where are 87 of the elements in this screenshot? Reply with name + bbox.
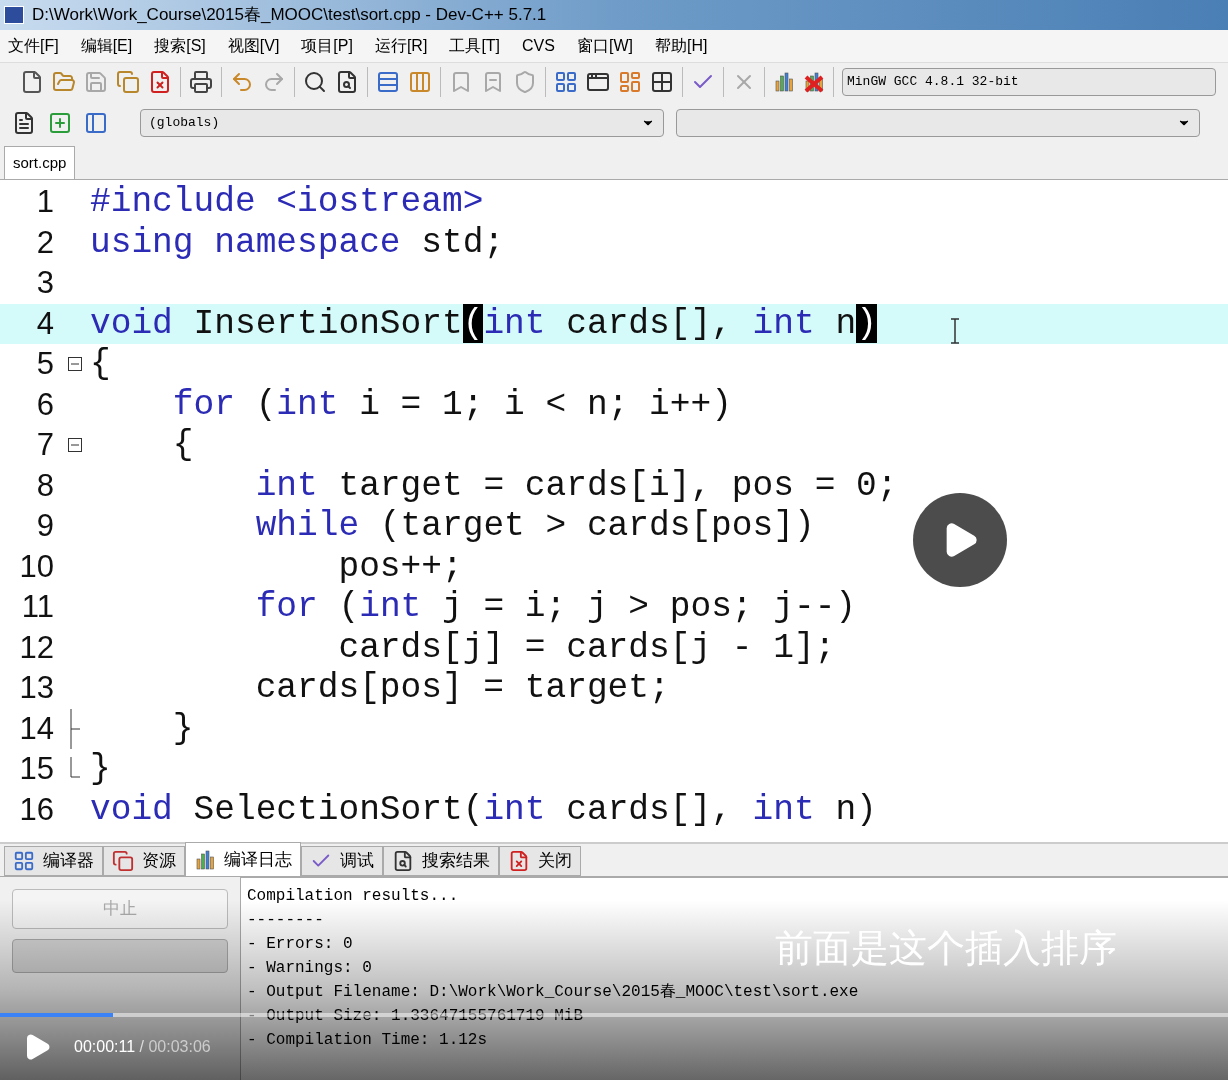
text-cursor-icon xyxy=(950,318,960,344)
grid-icon[interactable] xyxy=(554,69,578,94)
line-number: 10 xyxy=(18,547,54,586)
menu-item[interactable]: 视图[V] xyxy=(223,34,284,58)
line-number: 14 xyxy=(18,709,54,748)
line-number: 7 xyxy=(35,426,54,464)
chart-cross-icon[interactable] xyxy=(803,70,825,93)
code-line: { xyxy=(90,344,111,385)
panel-icon[interactable] xyxy=(84,110,108,135)
code-editor[interactable] xyxy=(0,180,1228,842)
fold-toggle-icon[interactable] xyxy=(68,438,82,453)
file-x-icon[interactable] xyxy=(148,69,172,94)
log-line: - Warnings: 0 xyxy=(247,958,372,979)
window-title: D:\Work\Work_Course\2015春_MOOC\test\sort.cpp - Dev-C++ 5.7.1 xyxy=(32,4,547,27)
line-number: 1 xyxy=(35,183,54,221)
code-line: cards[j] = cards[j - 1]; xyxy=(337,627,836,668)
document-icon[interactable] xyxy=(12,110,36,135)
member-dropdown[interactable] xyxy=(676,108,1200,137)
folder-icon[interactable] xyxy=(52,69,76,94)
stacked-windows-icon[interactable] xyxy=(116,69,140,94)
menu-item[interactable]: 工具[T] xyxy=(445,34,505,58)
line-number: 5 xyxy=(35,345,54,383)
printer-icon[interactable] xyxy=(189,69,213,94)
add-icon[interactable] xyxy=(48,110,72,135)
line-number: 2 xyxy=(35,223,54,262)
panel-tab[interactable]: 编译器 xyxy=(4,846,103,876)
panel-tab[interactable]: 调试 xyxy=(301,846,383,876)
code-line: for (int i = 1; i < n; i++) xyxy=(171,384,732,425)
file-tab[interactable]: sort.cpp xyxy=(4,146,76,179)
compiler-dropdown[interactable]: MinGW GCC 4.8.1 32-bit xyxy=(842,67,1216,96)
line-number: 13 xyxy=(18,669,54,707)
code-line: void InsertionSort(int cards[], int n) xyxy=(90,303,877,344)
line-number: 15 xyxy=(18,750,54,788)
code-line: cards[pos] = target; xyxy=(254,668,670,709)
grid-icon xyxy=(13,850,35,872)
menu-item[interactable]: 帮助[H] xyxy=(650,34,712,58)
stacked-windows-icon xyxy=(112,850,134,872)
log-line: - Output Filename: D:\Work\Work_Course\2015春_MOOC\test\sort.exe xyxy=(247,982,859,1003)
code-line: #include <iostream> xyxy=(90,182,484,223)
line-number: 11 xyxy=(20,588,54,626)
bar-chart-icon[interactable] xyxy=(773,70,795,93)
menu-item[interactable]: CVS xyxy=(518,34,559,58)
grid-outline-icon[interactable] xyxy=(650,69,674,94)
menu-item[interactable]: 窗口[W] xyxy=(572,34,637,58)
menu-item[interactable]: 文件[F] xyxy=(4,34,63,58)
code-line: using namespace std; xyxy=(90,222,505,263)
columns-icon[interactable] xyxy=(408,69,432,94)
rows-icon[interactable] xyxy=(376,69,400,94)
menu-item[interactable]: 搜索[S] xyxy=(150,34,210,58)
file-x-icon xyxy=(508,850,530,872)
log-line: Compilation results... xyxy=(247,886,459,907)
code-line: for (int j = i; j > pos; j--) xyxy=(254,587,857,628)
class-dropdown[interactable]: (globals) xyxy=(140,108,664,137)
search-icon[interactable] xyxy=(303,69,327,94)
code-line: int target = cards[i], pos = 0; xyxy=(254,465,898,506)
code-line: while (target > cards[pos]) xyxy=(254,506,815,547)
fold-toggle-icon[interactable] xyxy=(68,357,82,372)
log-line: - Errors: 0 xyxy=(247,934,353,955)
bar-chart-icon[interactable] xyxy=(194,848,216,871)
video-time: 00:00:11 / 00:03:06 xyxy=(74,1037,211,1057)
code-line: { xyxy=(171,425,194,466)
code-line: void SelectionSort(int cards[], int n) xyxy=(90,789,877,830)
line-number: 4 xyxy=(35,304,54,343)
line-number: 16 xyxy=(18,790,54,829)
line-number: 12 xyxy=(18,628,54,667)
panel-tab[interactable]: 关闭 xyxy=(499,846,581,876)
file-icon[interactable] xyxy=(20,69,44,94)
app-logo-icon xyxy=(4,6,24,24)
panel-tab[interactable]: 编译日志 xyxy=(185,842,301,876)
code-line: } xyxy=(171,708,194,749)
dashboard-icon[interactable] xyxy=(618,69,642,94)
code-line: pos++; xyxy=(337,546,463,587)
find-file-icon[interactable] xyxy=(335,69,359,94)
log-line: - Output Size: 1.33647155761719 MiB xyxy=(247,1006,584,1027)
menu-item[interactable]: 项目[P] xyxy=(297,34,357,58)
line-number: 6 xyxy=(35,385,54,424)
panel-tab[interactable]: 搜索结果 xyxy=(383,846,499,876)
menu-item[interactable]: 编辑[E] xyxy=(76,34,137,58)
log-line: -------- xyxy=(247,910,324,931)
log-line: - Compilation Time: 1.12s xyxy=(247,1030,488,1051)
line-number: 9 xyxy=(35,507,54,545)
code-line: } xyxy=(90,749,111,790)
menu-item[interactable]: 运行[R] xyxy=(370,34,432,58)
line-number: 8 xyxy=(35,466,54,505)
line-number: 3 xyxy=(35,264,54,302)
find-file-icon xyxy=(392,850,414,872)
panel-tab[interactable]: 资源 xyxy=(103,846,185,876)
